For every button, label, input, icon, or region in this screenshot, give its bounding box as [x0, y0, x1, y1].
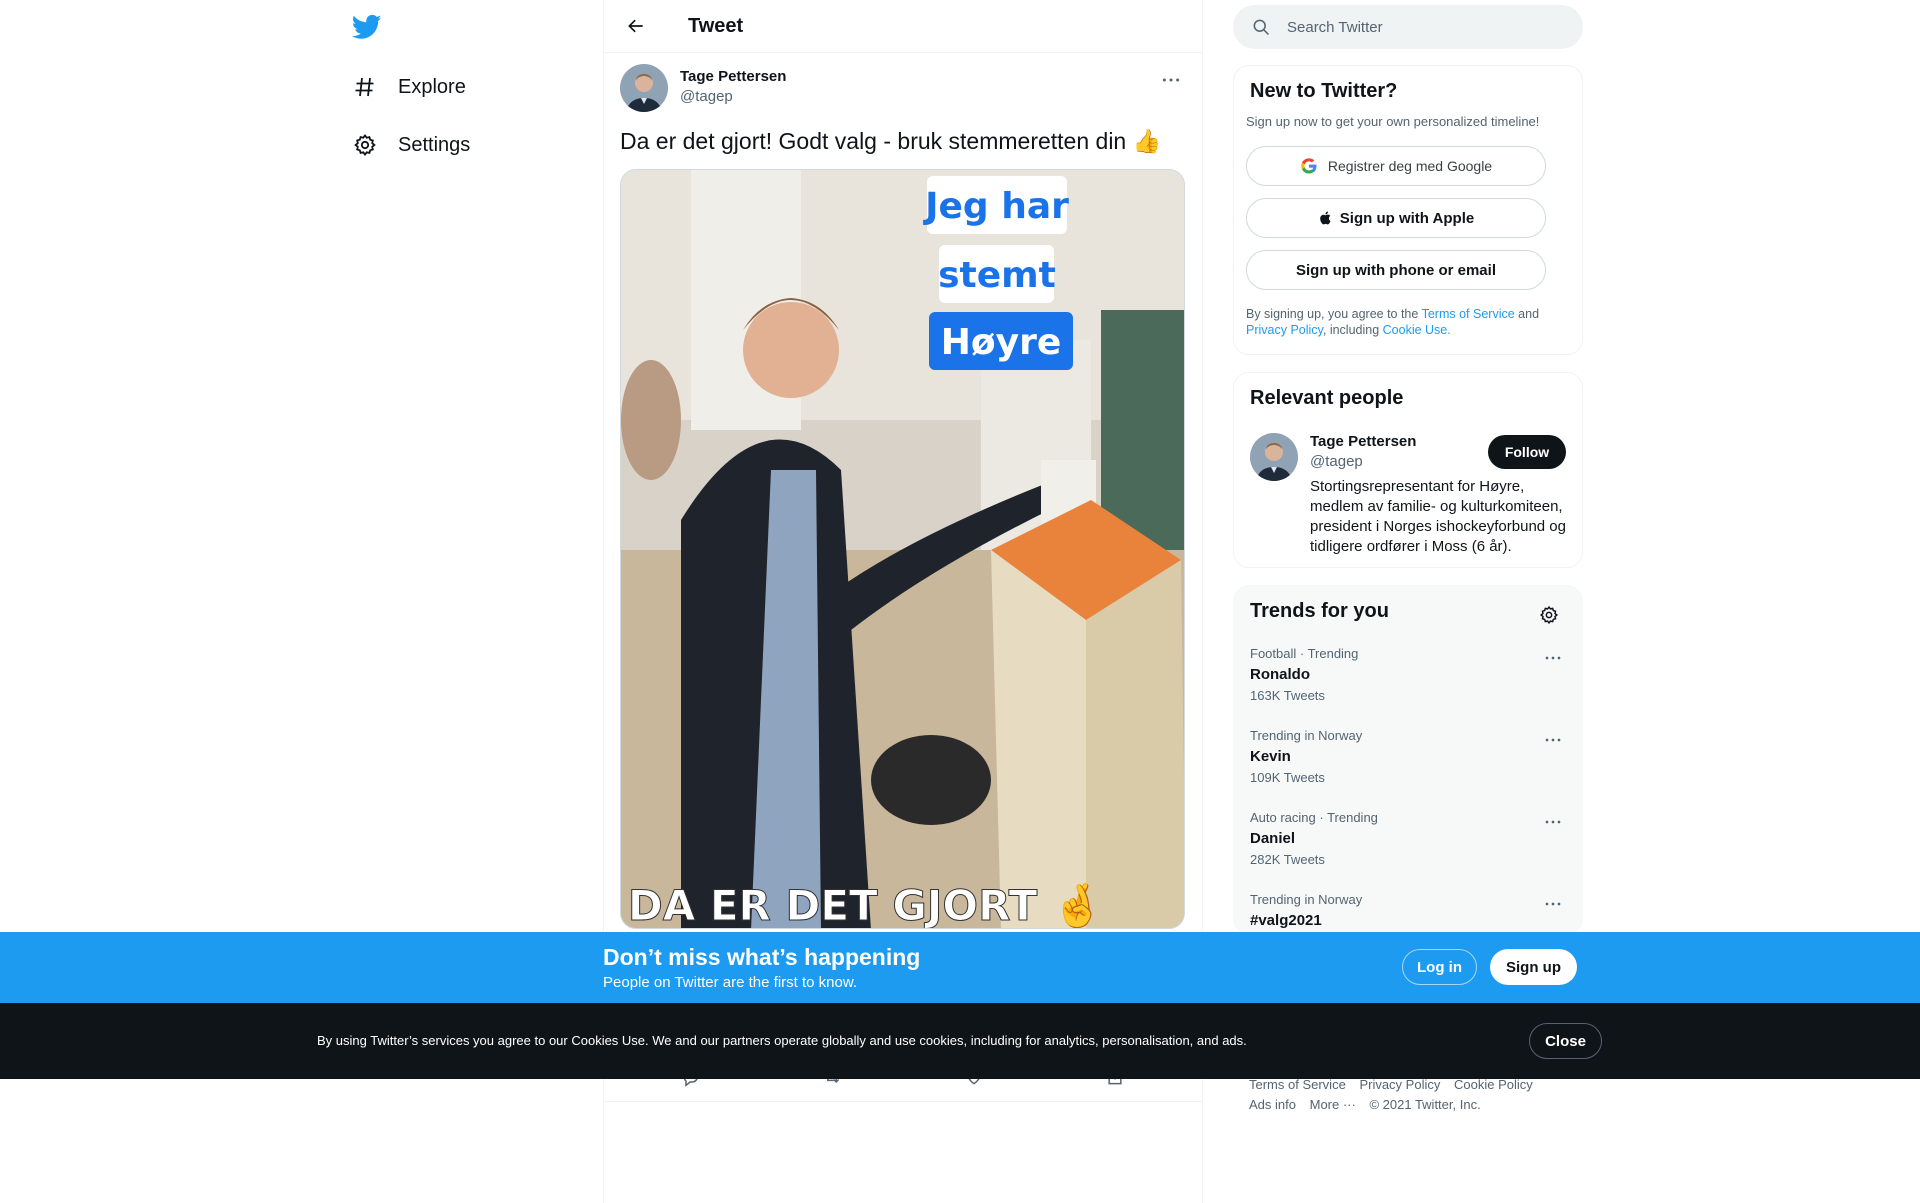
- legal-text-1: By signing up, you agree to the: [1246, 307, 1422, 321]
- nav-item-explore[interactable]: Explore: [352, 67, 466, 107]
- legal-text-2: and: [1514, 307, 1540, 321]
- hashtag-icon: [352, 74, 378, 100]
- apple-signup-label: Sign up with Apple: [1339, 209, 1475, 227]
- tweet-header: Tweet: [604, 0, 1202, 53]
- trend-meta: Trending in Norway: [1250, 728, 1363, 743]
- relevant-person-bio: Stortingsrepresentant for Høyre, medlem …: [1310, 478, 1566, 555]
- trend-count: 163K Tweets: [1250, 688, 1325, 703]
- tweet-author: Tage Pettersen @tagep: [620, 64, 1186, 112]
- tweet-text: Da er det gjort! Godt valg - bruk stemme…: [620, 128, 1162, 154]
- footer-link-privacy[interactable]: Privacy Policy: [1359, 1077, 1440, 1092]
- author-name[interactable]: Tage Pettersen: [680, 68, 786, 85]
- more-options-icon[interactable]: [1156, 70, 1186, 90]
- login-banner: Don’t miss what’s happening People on Tw…: [0, 932, 1920, 1003]
- trends-card: Trends for you Football · Trending Ronal…: [1233, 585, 1583, 935]
- login-button[interactable]: Log in: [1402, 949, 1477, 985]
- photo-overlay-line-1: Jeg har: [922, 186, 1069, 227]
- signup-subtitle: Sign up now to get your own personalized…: [1246, 114, 1540, 129]
- gear-icon: [352, 132, 378, 158]
- trend-meta: Trending in Norway: [1250, 892, 1363, 907]
- search-icon: [1253, 19, 1270, 36]
- divider: [604, 1101, 1202, 1102]
- privacy-link[interactable]: Privacy Policy: [1246, 323, 1323, 337]
- trend-name: Ronaldo: [1250, 666, 1310, 683]
- follow-button[interactable]: Follow: [1488, 435, 1566, 469]
- signup-button[interactable]: Sign up: [1490, 949, 1577, 985]
- tweet-photo-image: Jeg har stemt Høyre DA ER DET GJORT 🤞: [621, 170, 1184, 929]
- author-handle[interactable]: @tagep: [680, 88, 733, 105]
- cookie-bar: By using Twitter’s services you agree to…: [0, 1003, 1920, 1079]
- apple-icon: [1319, 211, 1331, 225]
- legal-text-3: , including: [1322, 323, 1383, 337]
- apple-signup-button[interactable]: Sign up with Apple: [1246, 198, 1546, 238]
- signup-card: New to Twitter? Sign up now to get your …: [1233, 65, 1583, 355]
- cookie-close-button[interactable]: Close: [1529, 1023, 1602, 1059]
- more-options-icon[interactable]: [1538, 892, 1568, 916]
- trend-item[interactable]: Trending in Norway Kevin 109K Tweets: [1234, 728, 1584, 810]
- relevant-people-title: Relevant people: [1250, 387, 1404, 409]
- phone-email-signup-button[interactable]: Sign up with phone or email: [1246, 250, 1546, 290]
- footer-link-cookie[interactable]: Cookie Policy: [1454, 1077, 1533, 1092]
- nav-explore-label: Explore: [398, 75, 466, 98]
- google-icon: [1301, 158, 1317, 174]
- relevant-person-handle[interactable]: @tagep: [1310, 453, 1363, 470]
- footer-link-more[interactable]: More ···: [1310, 1097, 1356, 1112]
- search-bar[interactable]: [1233, 5, 1583, 49]
- banner-title: Don’t miss what’s happening: [603, 944, 921, 970]
- footer-link-terms[interactable]: Terms of Service: [1249, 1077, 1346, 1092]
- relevant-people-card: Relevant people Tage Pettersen @tagep Fo…: [1233, 372, 1583, 568]
- nav-settings-label: Settings: [398, 133, 471, 156]
- avatar[interactable]: [1250, 433, 1298, 481]
- trends-settings-button[interactable]: [1532, 598, 1566, 632]
- tweet-photo[interactable]: Jeg har stemt Høyre DA ER DET GJORT 🤞: [620, 169, 1185, 929]
- phone-email-signup-label: Sign up with phone or email: [1295, 261, 1496, 279]
- footer-links: Terms of Service Privacy Policy Cookie P…: [1249, 1075, 1579, 1115]
- more-options-icon[interactable]: [1538, 728, 1568, 752]
- nav-item-settings[interactable]: Settings: [352, 125, 470, 165]
- trend-name: Kevin: [1250, 748, 1291, 765]
- cookie-text: By using Twitter’s services you agree to…: [317, 1033, 1247, 1048]
- photo-overlay-line-3: Høyre: [941, 322, 1062, 363]
- trends-title: Trends for you: [1250, 600, 1389, 622]
- trend-meta: Auto racing · Trending: [1250, 810, 1378, 825]
- photo-caption: DA ER DET GJORT 🤞: [628, 881, 1104, 929]
- trend-item[interactable]: Auto racing · Trending Daniel 282K Tweet…: [1234, 810, 1584, 892]
- photo-overlay-line-2: stemt: [938, 255, 1056, 296]
- trend-count: 282K Tweets: [1250, 852, 1325, 867]
- search-input[interactable]: [1287, 18, 1547, 36]
- trend-name: #valg2021: [1250, 912, 1322, 929]
- gear-icon: [1539, 605, 1559, 625]
- more-options-icon[interactable]: [1538, 810, 1568, 834]
- trend-meta: Football · Trending: [1250, 646, 1359, 661]
- google-signup-label: Registrer deg med Google: [1327, 158, 1493, 174]
- arrow-left-icon: [628, 19, 643, 33]
- signup-title: New to Twitter?: [1250, 80, 1398, 102]
- back-button[interactable]: [618, 8, 654, 44]
- cookie-use-link[interactable]: Cookie Use.: [1383, 323, 1451, 337]
- more-options-icon[interactable]: [1538, 646, 1568, 670]
- footer-copyright: © 2021 Twitter, Inc.: [1369, 1097, 1481, 1112]
- relevant-person-name[interactable]: Tage Pettersen: [1310, 433, 1416, 450]
- footer-link-ads[interactable]: Ads info: [1249, 1097, 1296, 1112]
- google-signup-button[interactable]: Registrer deg med Google: [1246, 146, 1546, 186]
- terms-link[interactable]: Terms of Service: [1422, 307, 1515, 321]
- trend-name: Daniel: [1250, 830, 1296, 847]
- twitter-logo-icon[interactable]: [351, 12, 382, 42]
- page-title: Tweet: [688, 14, 744, 37]
- trend-count: 109K Tweets: [1250, 770, 1325, 785]
- trend-item[interactable]: Football · Trending Ronaldo 163K Tweets: [1234, 646, 1584, 728]
- signup-legal: By signing up, you agree to the Terms of…: [1246, 306, 1566, 338]
- avatar[interactable]: [620, 64, 668, 112]
- banner-subtitle: People on Twitter are the first to know.: [603, 974, 858, 991]
